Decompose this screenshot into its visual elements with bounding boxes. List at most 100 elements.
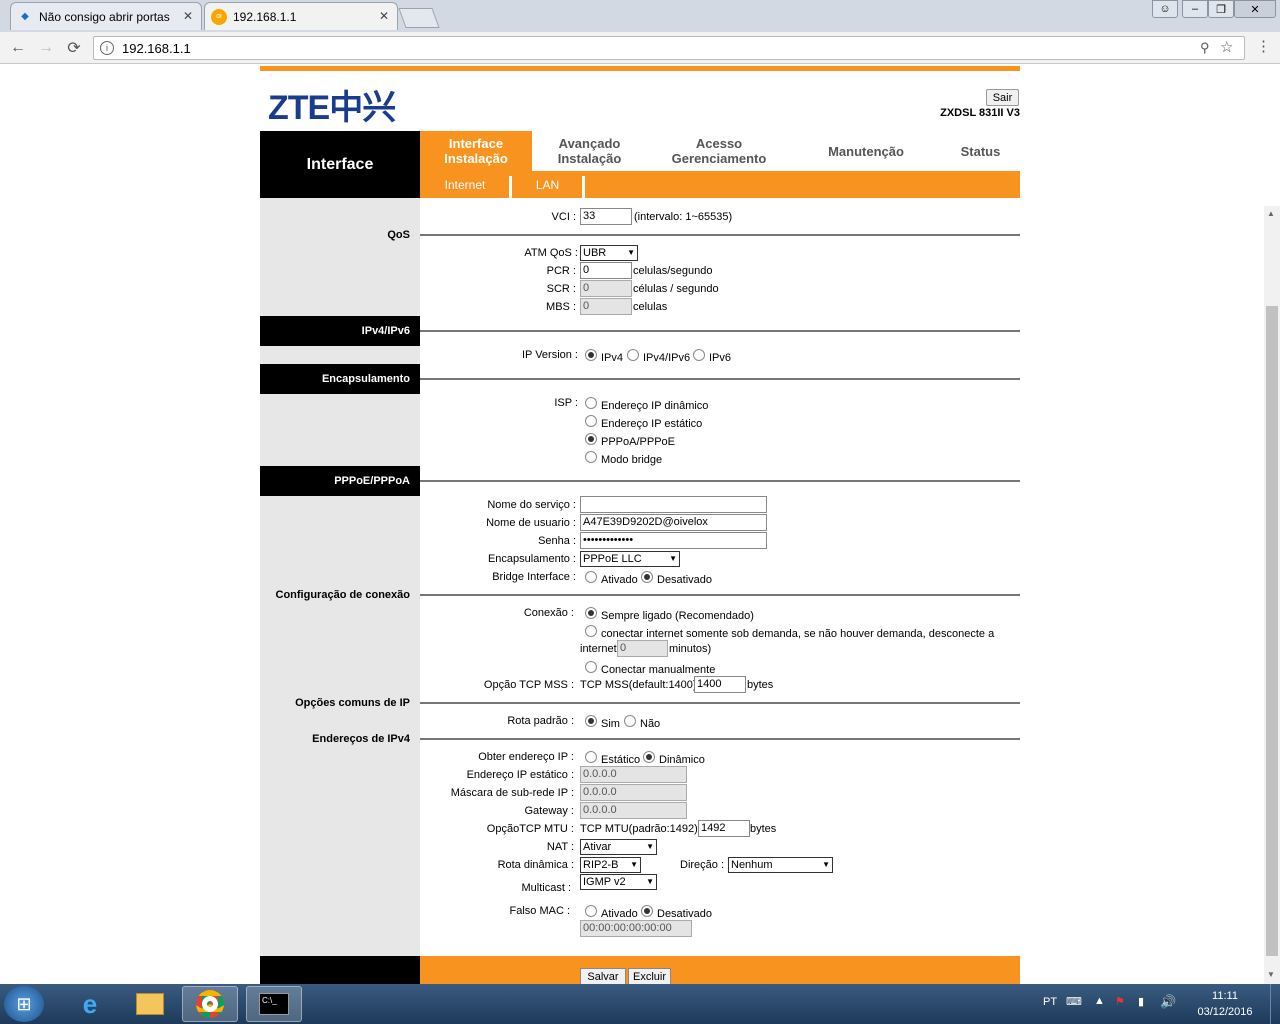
rota-radio-nao[interactable] — [624, 715, 636, 730]
vci-input[interactable]: 33 — [580, 208, 632, 225]
show-desktop-button[interactable] — [1270, 984, 1280, 1024]
mbs-input[interactable]: 0 — [580, 298, 632, 315]
clock-time[interactable]: 11:11 — [1200, 990, 1250, 1002]
multicast-label: Multicast : — [521, 882, 571, 894]
conexao-radio-sempre[interactable] — [585, 607, 597, 619]
mtu-input[interactable]: 1492 — [698, 820, 750, 837]
conexao-radio-demanda[interactable] — [585, 625, 597, 640]
menu-acesso-gerenciamento[interactable]: Acesso Gerenciamento — [647, 131, 791, 171]
isp-radio-pppoe[interactable] — [585, 433, 597, 445]
address-bar[interactable]: i 192.168.1.1 — [93, 36, 1245, 60]
usuario-input[interactable]: A47E39D9202D@oivelox — [580, 514, 767, 531]
divider — [420, 330, 1020, 332]
back-icon[interactable]: ← — [8, 38, 28, 58]
menu-manutencao[interactable]: Manutenção — [791, 131, 941, 171]
rota-radio-sim[interactable] — [585, 715, 597, 727]
nat-select[interactable]: Ativar ▼ — [580, 839, 657, 855]
close-tab-icon[interactable]: ✕ — [183, 9, 193, 23]
submenu-internet[interactable]: Internet — [430, 171, 500, 198]
encap-label: Encapsulamento : — [487, 553, 576, 565]
mask-input[interactable]: 0.0.0.0 — [580, 784, 687, 801]
volume-icon[interactable]: 🔊 — [1160, 994, 1176, 1010]
conexao-minutos-input[interactable]: 0 — [617, 640, 668, 657]
scroll-up-icon[interactable]: ▲ — [1267, 209, 1275, 218]
conexao-radio-manual[interactable] — [585, 661, 597, 676]
mss-input[interactable]: 1400 — [694, 676, 746, 693]
chrome-icon[interactable] — [182, 986, 238, 1022]
maximize-button[interactable]: ❐ — [1208, 0, 1234, 18]
isp-radio-bridge[interactable] — [585, 451, 597, 466]
dropdown-arrow-icon: ▼ — [630, 860, 638, 869]
minimize-button[interactable]: – — [1182, 0, 1208, 18]
scr-input[interactable]: 0 — [580, 280, 632, 297]
keyboard-icon[interactable]: ⌨ — [1066, 995, 1082, 1008]
forward-icon[interactable]: → — [36, 38, 56, 58]
tab-nao-consigo[interactable]: ◆ Não consigo abrir portas ✕ — [10, 2, 202, 30]
mac-input[interactable]: 00:00:00:00:00:00 — [580, 920, 692, 937]
radio-checked-icon — [585, 349, 597, 361]
multicast-select[interactable]: IGMP v2 ▼ — [580, 874, 657, 890]
mbs-label: MBS : — [546, 301, 576, 313]
explorer-icon[interactable] — [122, 986, 178, 1022]
network-icon[interactable]: ▮ — [1138, 995, 1144, 1008]
start-button[interactable]: ⊞ — [4, 986, 44, 1022]
close-tab-icon[interactable]: ✕ — [379, 9, 389, 23]
obter-radio-dinamico[interactable] — [643, 751, 655, 763]
atmqos-select[interactable]: UBR ▼ — [580, 245, 638, 261]
isp-dinamico-label: Endereço IP dinâmico — [601, 400, 709, 412]
key-icon[interactable]: ⚲ — [1200, 40, 1210, 56]
ipversion-radio-ipv4[interactable] — [585, 349, 597, 361]
menu-interface-instalacao[interactable]: Interface Instalação — [420, 131, 532, 171]
scr-unit: células / segundo — [633, 283, 719, 295]
divider — [420, 378, 1020, 380]
salvar-button[interactable]: Salvar — [580, 968, 626, 985]
cmd-icon[interactable]: C:\_ — [246, 986, 302, 1022]
atmqos-label: ATM QoS : — [524, 247, 578, 259]
mac-radio-desativado[interactable] — [641, 905, 653, 917]
encap-select[interactable]: PPPoE LLC ▼ — [580, 551, 680, 567]
tab-router[interactable]: oi 192.168.1.1 ✕ — [204, 2, 398, 30]
menu-status[interactable]: Status — [941, 131, 1020, 171]
ie-icon[interactable]: e — [62, 986, 118, 1022]
radio-icon — [585, 451, 597, 463]
action-center-icon[interactable]: ⚑ — [1115, 995, 1125, 1008]
divider — [420, 738, 1020, 740]
reload-icon[interactable]: ⟳ — [64, 38, 84, 58]
rotadin-select[interactable]: RIP2-B ▼ — [580, 857, 641, 873]
mac-radio-ativado[interactable] — [585, 905, 597, 920]
gateway-input[interactable]: 0.0.0.0 — [580, 802, 687, 819]
bookmark-star-icon[interactable]: ☆ — [1220, 38, 1233, 56]
pcr-input[interactable]: 0 — [580, 262, 632, 279]
ipest-input[interactable]: 0.0.0.0 — [580, 766, 687, 783]
menu-icon[interactable]: ⋮ — [1256, 37, 1271, 55]
submenu-lan[interactable]: LAN — [520, 171, 575, 198]
clock-date[interactable]: 03/12/2016 — [1190, 1006, 1260, 1018]
mtu-prefix: TCP MTU(padrão:1492) — [580, 823, 698, 835]
info-icon[interactable]: i — [100, 41, 114, 55]
isp-radio-estatico[interactable] — [585, 415, 597, 430]
divider — [420, 594, 1020, 596]
servico-label: Nome do serviço : — [487, 499, 576, 511]
show-hidden-icons[interactable]: ▲ — [1094, 995, 1105, 1007]
close-window-button[interactable]: ✕ — [1234, 0, 1276, 18]
rota-nao-label: Não — [640, 718, 661, 730]
bridge-radio-ativado[interactable] — [585, 571, 597, 586]
language-indicator[interactable]: PT — [1043, 996, 1057, 1008]
bridge-radio-desativado[interactable] — [641, 571, 653, 583]
isp-radio-dinamico[interactable] — [585, 397, 597, 412]
menu-avancado-instalacao[interactable]: Avançado Instalação — [532, 131, 647, 171]
scroll-down-icon[interactable]: ▼ — [1267, 970, 1275, 979]
logout-button[interactable]: Sair — [986, 89, 1019, 106]
excluir-button[interactable]: Excluir — [628, 968, 671, 985]
ipversion-dual-label: IPv4/IPv6 — [643, 352, 691, 364]
zte-logo: ZTE中兴 — [268, 89, 396, 127]
ipversion-radio-ipv6[interactable] — [693, 349, 705, 364]
scrollbar-thumb[interactable] — [1266, 306, 1278, 956]
user-icon[interactable]: ☺ — [1152, 0, 1178, 18]
new-tab-button[interactable] — [398, 8, 440, 28]
ipversion-radio-dual[interactable] — [627, 349, 639, 364]
obter-radio-estatico[interactable] — [585, 751, 597, 766]
direcao-select[interactable]: Nenhum ▼ — [728, 857, 833, 873]
servico-input[interactable] — [580, 496, 767, 513]
senha-input[interactable]: ••••••••••••• — [580, 532, 767, 549]
